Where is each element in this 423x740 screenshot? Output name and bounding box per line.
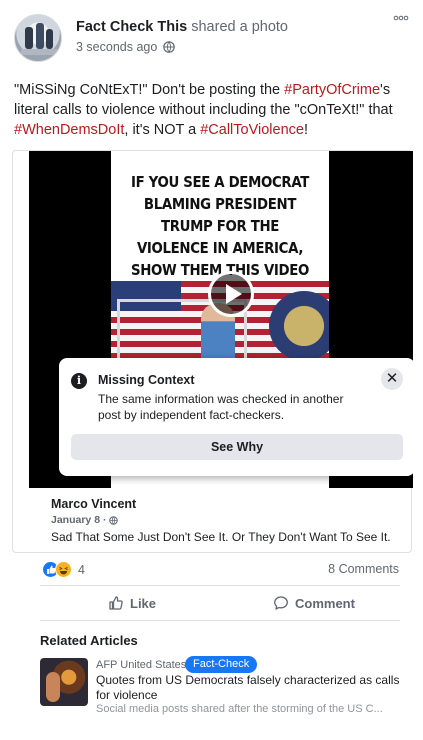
fact-check-title: Missing Context [98,373,195,387]
fact-check-body: The same information was checked in anot… [98,392,344,422]
thumbs-up-icon [109,596,123,610]
comment-date-line: January 8 · [51,514,119,526]
author-name[interactable]: Fact Check This [76,19,187,35]
post-action: shared a photo [191,19,288,35]
comment-label: Comment [295,595,355,611]
hashtag-link[interactable]: #PartyOfCrime [284,82,380,98]
related-articles-heading: Related Articles [40,633,138,648]
post-timestamp[interactable]: 3 seconds ago [76,40,157,54]
timestamp-line: 3 seconds ago [76,40,176,54]
post-text-segment: "MiSSiNg CoNtExT!" Don't be posting the [14,82,285,98]
more-options-icon[interactable] [393,14,409,22]
play-icon[interactable] [208,271,254,317]
fact-check-overlay: i Missing Context The same information w… [59,358,413,476]
info-icon: i [71,373,87,389]
fact-check-badge: Fact-Check [185,656,258,673]
haha-reaction-icon [55,561,72,578]
page-avatar[interactable] [14,14,62,62]
video-player[interactable]: IF YOU SEE A DEMOCRAT BLAMING PRESIDENT … [29,151,413,488]
hashtag-link[interactable]: #CallToViolence [200,122,304,138]
close-icon[interactable]: ✕ [381,368,403,390]
related-article-headline[interactable]: Quotes from US Democrats falsely charact… [96,673,406,703]
globe-icon [109,515,119,525]
related-article-description: Social media posts shared after the stor… [96,703,383,715]
video-headline: IF YOU SEE A DEMOCRAT BLAMING PRESIDENT … [130,173,310,279]
related-article-thumbnail[interactable] [40,658,88,706]
post-text-segment: ! [303,122,308,138]
globe-icon [163,41,176,53]
post-text: "MiSSiNg CoNtExT!" Don't be posting the … [14,80,412,140]
comment-date[interactable]: January 8 · [51,514,106,526]
comment-text: Sad That Some Just Don't See It. Or They… [51,530,391,544]
reactions-summary[interactable]: 4 [42,561,85,578]
comments-count[interactable]: 8 Comments [328,562,399,576]
comment-button[interactable]: Comment [273,593,355,613]
media-card: IF YOU SEE A DEMOCRAT BLAMING PRESIDENT … [12,150,413,553]
hashtag-link[interactable]: #WhenDemsDoIt [14,122,124,138]
divider [40,620,400,621]
related-article-source: AFP United States [96,659,187,671]
like-button[interactable]: Like [108,593,156,613]
author-line: Fact Check This shared a photo [76,19,288,35]
divider [40,585,400,586]
comment-author[interactable]: Marco Vincent [51,497,136,511]
comment-icon [274,596,288,610]
post-header: Fact Check This shared a photo 3 seconds… [14,10,409,62]
see-why-button[interactable]: See Why [71,434,403,460]
featured-comment: Marco Vincent January 8 · Sad That Some … [41,487,403,553]
reaction-count: 4 [78,562,85,577]
like-label: Like [130,595,157,611]
post-text-segment: , it's NOT a [124,122,201,138]
